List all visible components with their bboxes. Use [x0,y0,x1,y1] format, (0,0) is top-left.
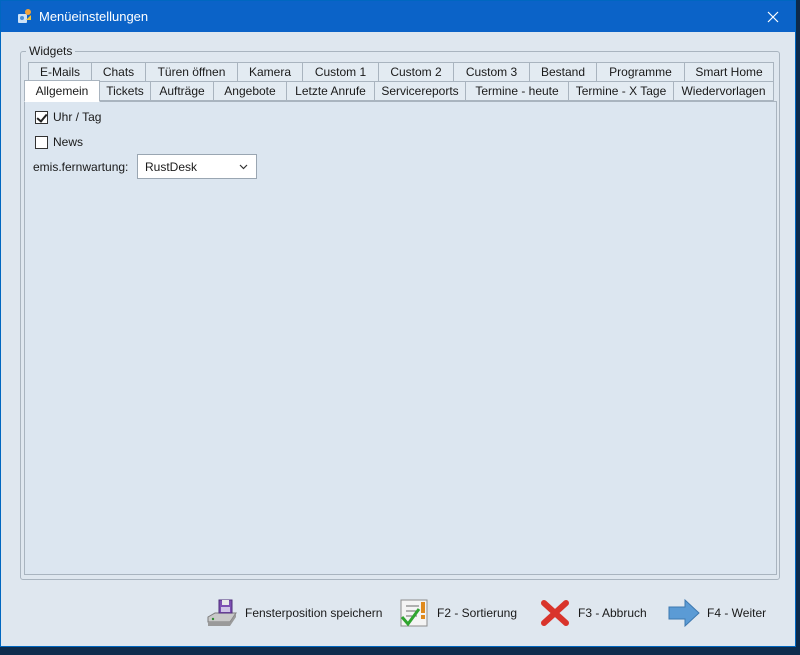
tab-bestand[interactable]: Bestand [529,62,597,82]
tab-chats[interactable]: Chats [91,62,146,82]
tab-emails[interactable]: E-Mails [28,62,92,82]
save-window-position-label: Fensterposition speichern [245,606,383,620]
chevron-down-icon [239,164,248,170]
desktop-background-bottom [0,647,800,655]
floppy-drive-icon [207,599,237,626]
next-button[interactable]: F4 - Weiter [667,597,766,629]
tab-auftraege[interactable]: Aufträge [150,81,214,101]
fernwartung-value: RustDesk [145,159,198,174]
fernwartung-select[interactable]: RustDesk [137,154,257,179]
checklist-icon [400,599,428,627]
close-icon [767,11,779,22]
tab-smart-home[interactable]: Smart Home [684,62,774,82]
sort-label: F2 - Sortierung [437,606,518,620]
save-window-position-button[interactable]: Fensterposition speichern [205,597,382,629]
tab-custom-2[interactable]: Custom 2 [378,62,454,82]
uhr-tag-row: Uhr / Tag [35,110,101,124]
title-bar[interactable]: Menüeinstellungen [1,1,795,32]
red-x-icon [541,600,569,626]
news-checkbox[interactable] [35,135,48,149]
dialog-window: Menüeinstellungen Widgets E-Mails Chats … [0,0,796,647]
close-button[interactable] [751,1,795,32]
tab-tickets[interactable]: Tickets [99,81,151,101]
tab-letzte-anrufe[interactable]: Letzte Anrufe [286,81,375,101]
cancel-label: F3 - Abbruch [578,606,647,620]
window-title: Menüeinstellungen [39,9,149,24]
cancel-button[interactable]: F3 - Abbruch [538,597,647,629]
tab-tueren-oeffnen[interactable]: Türen öffnen [145,62,238,82]
uhr-tag-checkbox[interactable] [35,110,48,124]
tab-servicereports[interactable]: Servicereports [374,81,466,101]
app-icon [18,9,31,23]
tab-wiedervorlagen[interactable]: Wiedervorlagen [673,81,774,101]
news-row: News [35,135,83,149]
tab-programme[interactable]: Programme [596,62,685,82]
tab-angebote[interactable]: Angebote [213,81,287,101]
uhr-tag-label[interactable]: Uhr / Tag [53,110,101,124]
next-label: F4 - Weiter [707,606,767,620]
tab-custom-1[interactable]: Custom 1 [302,62,379,82]
news-label[interactable]: News [53,135,83,149]
tab-allgemein[interactable]: Allgemein [24,80,100,102]
fernwartung-label: emis.fernwartung: [33,160,129,174]
tab-custom-3[interactable]: Custom 3 [453,62,530,82]
tab-termine-heute[interactable]: Termine - heute [465,81,569,101]
arrow-right-icon [668,598,700,628]
tab-kamera[interactable]: Kamera [237,62,303,82]
widgets-group-label: Widgets [26,44,76,58]
tab-termine-x-tage[interactable]: Termine - X Tage [568,81,674,101]
sort-button[interactable]: F2 - Sortierung [397,597,517,629]
